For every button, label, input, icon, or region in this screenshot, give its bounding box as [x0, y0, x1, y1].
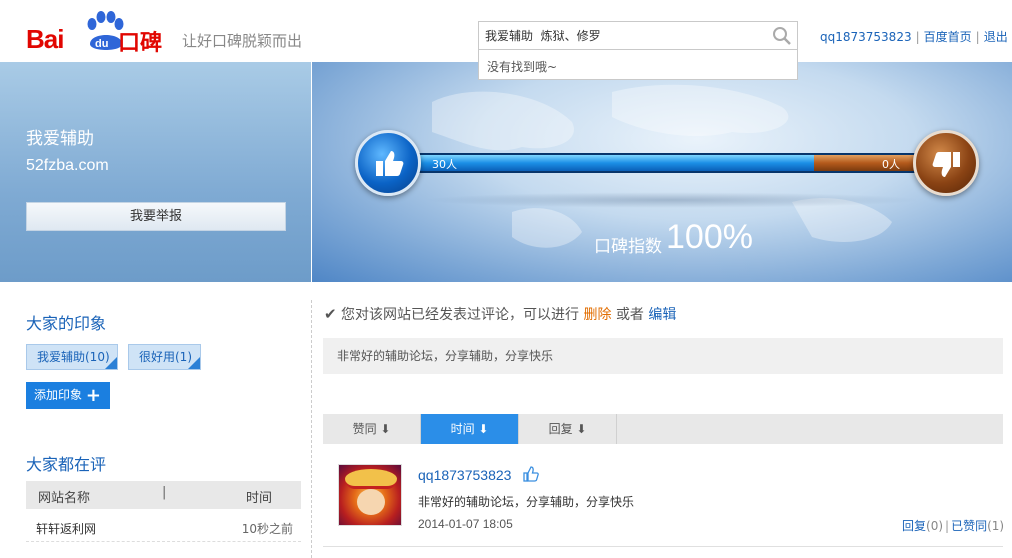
tag-check-icon: [188, 357, 200, 369]
search-suggestion-dropdown: 没有找到哦~: [478, 50, 798, 80]
report-button[interactable]: 我要举报: [26, 202, 286, 231]
sort-by-replies-tab[interactable]: 回复 ⬇: [519, 414, 617, 444]
liked-count: (1): [987, 519, 1005, 533]
site-domain: 52fzba.com: [26, 157, 109, 174]
liked-link[interactable]: 已赞同: [951, 519, 987, 533]
plus-icon: +: [85, 385, 101, 406]
thumbs-up-icon: [523, 466, 539, 482]
user-name-link[interactable]: qq1873753823: [820, 30, 912, 44]
col-divider: |: [162, 485, 167, 500]
comment-actions: 回复(0) | 已赞同(1): [902, 517, 1004, 534]
baidu-koubei-logo[interactable]: Bai du 口碑: [26, 10, 176, 56]
logo-koubei-text: 口碑: [118, 31, 163, 56]
baidu-home-link[interactable]: 百度首页: [924, 30, 972, 44]
search-box: [478, 21, 798, 50]
impression-tag[interactable]: 我爱辅助(10): [26, 344, 118, 370]
search-input[interactable]: [479, 22, 769, 49]
bad-count: 0人: [882, 158, 900, 171]
rating-bar-good: [396, 155, 814, 171]
sort-bar: 赞同 ⬇ 时间 ⬇ 回复 ⬇: [323, 414, 1003, 444]
add-impression-button[interactable]: 添加印象 +: [26, 382, 110, 409]
delete-review-link[interactable]: 删除: [583, 307, 611, 323]
impressions-title: 大家的印象: [26, 314, 107, 333]
row-time: 10秒之前: [241, 522, 293, 536]
logout-link[interactable]: 退出: [984, 30, 1008, 44]
header: Bai du 口碑 让好口碑脱颖而出 没有找到哦~ qq1873753823|百…: [0, 0, 1012, 80]
score-label: 口碑指数: [594, 237, 662, 257]
reply-link[interactable]: 回复: [902, 519, 926, 533]
comment-divider: [323, 546, 1003, 547]
search-icon[interactable]: [772, 26, 792, 46]
reviews-list-title: 大家都在评: [26, 455, 107, 474]
comment-user-link[interactable]: qq1873753823: [418, 467, 511, 483]
check-icon: ✔: [324, 305, 337, 323]
site-info-panel: 我爱辅助 52fzba.com 我要举报: [0, 62, 311, 282]
comment-text: 非常好的辅助论坛，分享辅助，分享快乐: [418, 495, 635, 509]
comment-time: 2014-01-07 18:05: [418, 517, 513, 531]
review-notice: ✔ 您对该网站已经发表过评论，可以进行 删除 或者 编辑: [324, 304, 676, 324]
impression-tag-label: 我爱辅助(10): [37, 350, 110, 364]
sort-by-time-tab[interactable]: 时间 ⬇: [421, 414, 519, 444]
table-row[interactable]: 轩轩返利网 10秒之前: [26, 512, 301, 542]
add-impression-label: 添加印象: [34, 388, 83, 402]
thumbs-up-icon: [376, 151, 404, 176]
notice-text: 您对该网站已经发表过评论，可以进行: [341, 307, 580, 323]
tag-check-icon: [105, 357, 117, 369]
avatar[interactable]: [338, 464, 402, 526]
row-site-name[interactable]: 轩轩返利网: [36, 520, 96, 537]
col-site-name: 网站名称: [38, 491, 91, 506]
no-result-text: 没有找到哦~: [487, 60, 558, 74]
reviews-table-header: 网站名称 | 时间: [26, 481, 301, 509]
edit-review-link[interactable]: 编辑: [648, 307, 676, 323]
impression-tag-label: 很好用(1): [139, 350, 192, 364]
impression-tag[interactable]: 很好用(1): [128, 344, 201, 370]
good-count: 30人: [432, 158, 457, 171]
slogan: 让好口碑脱颖而出: [182, 32, 303, 50]
thumbs-down-button[interactable]: [913, 130, 979, 196]
user-links: qq1873753823 | 百度首页 | 退出: [820, 30, 1008, 44]
action-separator: |: [945, 519, 950, 533]
logo-du-text: du: [95, 38, 108, 50]
rating-bar-shadow: [422, 192, 922, 208]
reply-count: (0): [926, 519, 944, 533]
site-name: 我爱辅助: [26, 129, 94, 149]
sort-by-likes-tab[interactable]: 赞同 ⬇: [323, 414, 421, 444]
score-value: 100%: [666, 218, 753, 256]
column-divider: [311, 300, 312, 558]
col-time: 时间: [246, 491, 273, 506]
avatar-face: [357, 489, 385, 515]
avatar-hat: [345, 469, 397, 489]
thumbs-up-button[interactable]: [355, 130, 421, 196]
logo-bai-text: Bai: [26, 24, 64, 54]
notice-or: 或者: [615, 307, 644, 323]
thumbs-down-icon: [932, 152, 960, 177]
rating-panel: 30人 0人 口碑指数 100%: [312, 62, 1012, 282]
my-review-preview: 非常好的辅助论坛，分享辅助，分享快乐: [323, 338, 1003, 374]
